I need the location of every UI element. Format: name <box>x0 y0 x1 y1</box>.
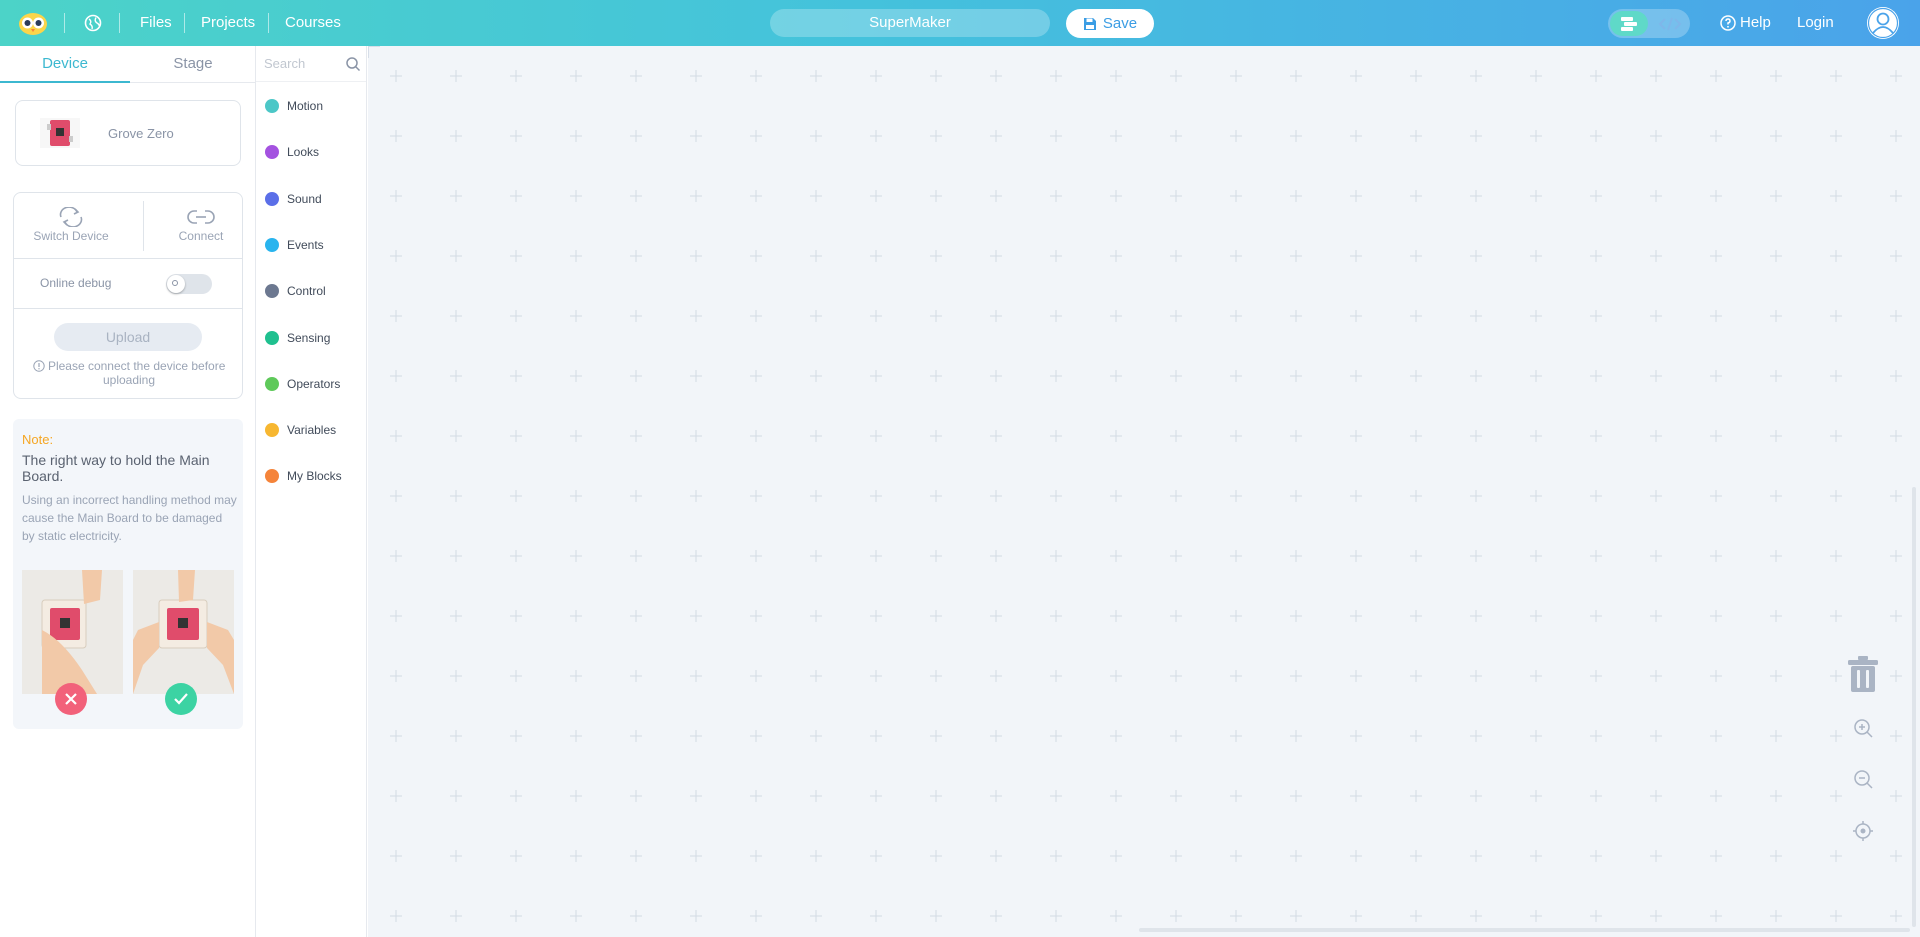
online-debug-toggle[interactable] <box>166 274 212 294</box>
category-color-dot <box>265 237 279 252</box>
info-icon <box>32 360 45 372</box>
note-heading: The right way to hold the Main Board. <box>22 452 210 484</box>
link-icon <box>187 210 215 224</box>
project-name-input[interactable]: SuperMaker <box>770 9 1050 37</box>
logo-icon[interactable] <box>18 10 48 36</box>
online-debug-row: Online debug <box>14 259 242 309</box>
category-label: Looks <box>287 145 320 160</box>
toggle-knob <box>167 275 185 293</box>
blocks-icon <box>1621 16 1637 31</box>
divider <box>268 13 269 33</box>
zoom-out-icon[interactable] <box>1852 768 1874 790</box>
upload-hint: Please connect the device before uploadi… <box>26 359 232 387</box>
category-events[interactable]: Events <box>256 230 366 260</box>
avatar-icon[interactable] <box>1867 7 1899 39</box>
top-bar: Files Projects Courses SuperMaker Save H… <box>0 0 1920 46</box>
help-button[interactable]: Help <box>1720 14 1771 31</box>
category-my-blocks[interactable]: My Blocks <box>256 461 366 491</box>
category-label: Variables <box>287 423 337 438</box>
category-variables[interactable]: Variables <box>256 415 366 445</box>
code-mode-button[interactable] <box>1652 11 1688 36</box>
globe-icon[interactable] <box>84 14 102 32</box>
category-operators[interactable]: Operators <box>256 369 366 399</box>
device-controls: Switch Device Connect Online debug Uploa… <box>13 192 243 399</box>
category-color-dot <box>265 284 279 299</box>
switch-device-button[interactable]: Switch Device <box>14 207 128 243</box>
online-debug-label: Online debug <box>40 276 112 290</box>
category-sensing[interactable]: Sensing <box>256 323 366 353</box>
wrong-icon <box>55 683 87 715</box>
trash-icon[interactable] <box>1846 655 1880 693</box>
category-label: My Blocks <box>287 469 342 484</box>
device-image <box>40 118 80 148</box>
recenter-icon[interactable] <box>1852 820 1874 842</box>
tab-device[interactable]: Device <box>0 46 130 83</box>
upload-hint-text: Please connect the device before uploadi… <box>47 359 226 387</box>
category-control[interactable]: Control <box>256 276 366 306</box>
vertical-scrollbar[interactable] <box>1912 487 1916 927</box>
help-label: Help <box>1740 14 1771 31</box>
category-color-dot <box>265 469 279 484</box>
nav-files[interactable]: Files <box>140 14 172 31</box>
category-label: Motion <box>287 99 324 113</box>
wrong-handling-photo <box>22 570 123 694</box>
correct-handling-photo <box>133 570 234 694</box>
category-color-dot <box>265 376 279 391</box>
category-color-dot <box>265 145 279 160</box>
category-color-dot <box>265 99 279 113</box>
nav-courses[interactable]: Courses <box>285 14 341 31</box>
category-color-dot <box>265 423 279 438</box>
save-icon <box>1083 17 1096 30</box>
panel-tabs: Device Stage <box>0 46 255 83</box>
block-workspace[interactable] <box>368 46 1920 937</box>
save-button[interactable]: Save <box>1066 9 1154 38</box>
save-label: Save <box>1102 15 1138 32</box>
category-label: Sensing <box>287 330 331 345</box>
blocks-mode-button[interactable] <box>1610 11 1648 36</box>
note-title: Note: <box>22 432 54 447</box>
connect-label: Connect <box>178 229 224 243</box>
left-panel: Device Stage Grove Zero Switch Device Co… <box>0 46 256 937</box>
category-color-dot <box>265 191 279 206</box>
editor-mode-toggle[interactable] <box>1608 9 1690 38</box>
search-icon[interactable] <box>345 56 361 72</box>
category-label: Control <box>287 284 326 299</box>
category-label: Events <box>287 237 324 252</box>
category-label: Sound <box>287 191 322 206</box>
category-sound[interactable]: Sound <box>256 184 366 214</box>
workspace-grid <box>390 70 1902 922</box>
category-motion[interactable]: Motion <box>256 91 366 121</box>
zoom-in-icon[interactable] <box>1852 717 1874 739</box>
help-icon <box>1720 14 1736 31</box>
switch-device-label: Switch Device <box>33 229 109 243</box>
switch-icon <box>59 207 83 227</box>
category-looks[interactable]: Looks <box>256 137 366 167</box>
tab-stage[interactable]: Stage <box>128 46 258 83</box>
device-name: Grove Zero <box>108 125 174 141</box>
upload-button[interactable]: Upload <box>54 323 202 351</box>
note-body: Using an incorrect handling method may c… <box>22 493 237 543</box>
category-color-dot <box>265 330 279 345</box>
search-input[interactable]: Search <box>264 56 305 71</box>
handling-note: Note: The right way to hold the Main Boa… <box>13 419 243 729</box>
login-link[interactable]: Login <box>1797 14 1834 31</box>
divider <box>119 13 120 33</box>
divider <box>184 13 185 33</box>
block-categories: Search Motion Looks Sound Events Control Sens… <box>256 46 367 937</box>
block-search[interactable]: Search <box>256 46 366 82</box>
horizontal-scrollbar[interactable] <box>1139 928 1910 932</box>
category-label: Operators <box>287 376 341 391</box>
divider <box>64 13 65 33</box>
device-card[interactable]: Grove Zero <box>15 100 241 166</box>
correct-icon <box>165 683 197 715</box>
connect-button[interactable]: Connect <box>144 207 258 243</box>
code-icon <box>1658 17 1682 30</box>
nav-projects[interactable]: Projects <box>201 14 255 31</box>
